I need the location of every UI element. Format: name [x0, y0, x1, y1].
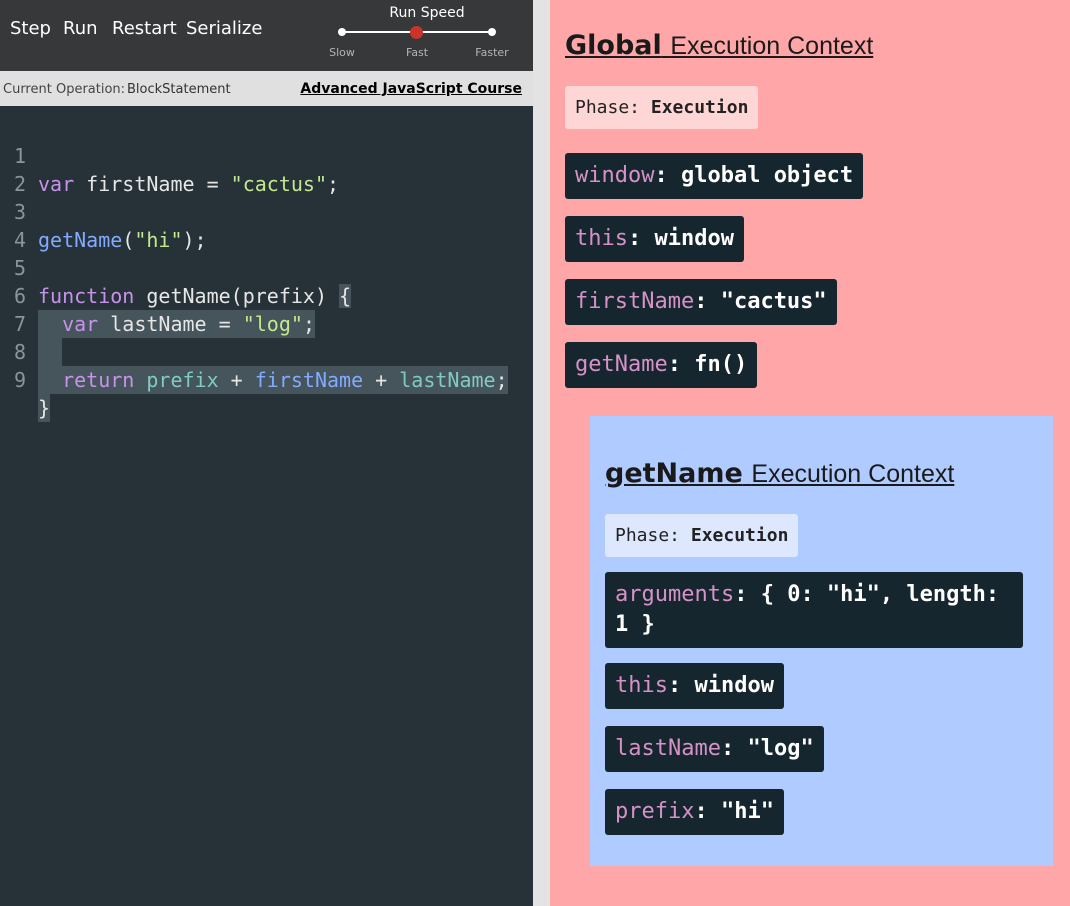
global-context-title-name: Global — [565, 30, 662, 61]
variable-key: window — [575, 163, 655, 188]
global-phase: Phase: Execution — [565, 86, 759, 129]
toolbar: Step Run Restart Serialize Run Speed Slo… — [0, 0, 533, 71]
code-panel: Step Run Restart Serialize Run Speed Slo… — [0, 0, 533, 906]
variable-getName: getName: fn() — [565, 342, 758, 388]
variable-firstName: firstName: "cactus" — [565, 279, 837, 325]
speed-label-faster: Faster — [475, 46, 509, 59]
variable-key: arguments — [615, 582, 735, 607]
line-number: 9 — [14, 368, 27, 392]
variable-value: : fn() — [667, 352, 748, 377]
variable-arguments: arguments: { 0: "hi", length: 1 } — [605, 572, 1023, 648]
global-execution-context: Global Execution Context Phase: Executio… — [550, 0, 1070, 906]
code-editor[interactable]: 1 var firstName = "cactus"; 2 3 getName(… — [0, 114, 533, 422]
code-line: 1 var firstName = "cactus"; — [0, 114, 533, 196]
speed-stop-slow[interactable] — [338, 28, 346, 36]
speed-stop-faster[interactable] — [488, 28, 496, 36]
code-line: 7 — [0, 282, 533, 366]
global-context-title: Global Execution Context — [565, 30, 873, 61]
serialize-button[interactable]: Serialize — [186, 18, 262, 39]
speed-label-slow: Slow — [329, 46, 355, 59]
phase-value: Execution — [650, 97, 749, 118]
code-line: 3 getName("hi"); — [0, 170, 533, 252]
operation-bar: Current Operation: BlockStatement Advanc… — [0, 71, 533, 106]
variable-value-continued: 1 } — [615, 612, 655, 637]
variable-key: prefix — [615, 799, 695, 824]
code-line: 9 } — [0, 338, 533, 422]
run-button[interactable]: Run — [63, 18, 98, 39]
phase-label: Phase: — [575, 97, 641, 118]
variable-key: lastName — [615, 736, 721, 761]
variable-this: this: window — [605, 663, 784, 709]
variable-key: this — [575, 226, 628, 251]
code-line: 8 return prefix + firstName + lastName; — [0, 310, 533, 394]
getName-execution-context: getName Execution Context Phase: Executi… — [590, 416, 1053, 866]
variable-value: : global object — [654, 163, 854, 188]
variable-key: this — [615, 673, 668, 698]
variable-value: : window — [627, 226, 734, 251]
variable-lastName: lastName: "log" — [605, 726, 824, 772]
variable-key: getName — [575, 352, 668, 377]
variable-value: : "log" — [720, 736, 814, 761]
line-text: } — [38, 394, 51, 422]
variable-key: firstName — [575, 289, 695, 314]
global-context-title-suffix: Execution Context — [670, 32, 874, 60]
run-speed-slider-knob[interactable] — [410, 26, 423, 39]
variable-prefix: prefix: "hi" — [605, 789, 784, 835]
run-speed-title: Run Speed — [389, 5, 465, 21]
line-text: return prefix + firstName + lastName; — [38, 366, 508, 394]
restart-button[interactable]: Restart — [112, 18, 177, 39]
current-operation-value: BlockStatement — [127, 82, 231, 97]
variable-value: : { 0: "hi", length: — [734, 582, 1000, 607]
function-context-title-suffix: Execution Context — [751, 460, 955, 488]
current-operation-label: Current Operation: — [3, 82, 126, 97]
variable-window: window: global object — [565, 153, 864, 199]
step-button[interactable]: Step — [10, 18, 51, 39]
variable-value: : window — [667, 673, 774, 698]
code-line: 2 — [0, 142, 533, 196]
function-context-title: getName Execution Context — [605, 458, 954, 489]
code-line: 6 var lastName = "log"; — [0, 254, 533, 338]
phase-label: Phase: — [615, 525, 681, 546]
variable-value: : "cactus" — [694, 289, 827, 314]
course-link[interactable]: Advanced JavaScript Course — [300, 81, 522, 97]
code-line: 5 function getName(prefix) { — [0, 226, 533, 308]
function-phase: Phase: Execution — [605, 514, 799, 557]
variable-value: : "hi" — [694, 799, 774, 824]
code-line: 4 — [0, 198, 533, 252]
phase-value: Execution — [690, 525, 789, 546]
variable-this: this: window — [565, 216, 744, 262]
speed-label-fast: Fast — [405, 46, 429, 59]
function-context-title-name: getName — [605, 458, 743, 489]
